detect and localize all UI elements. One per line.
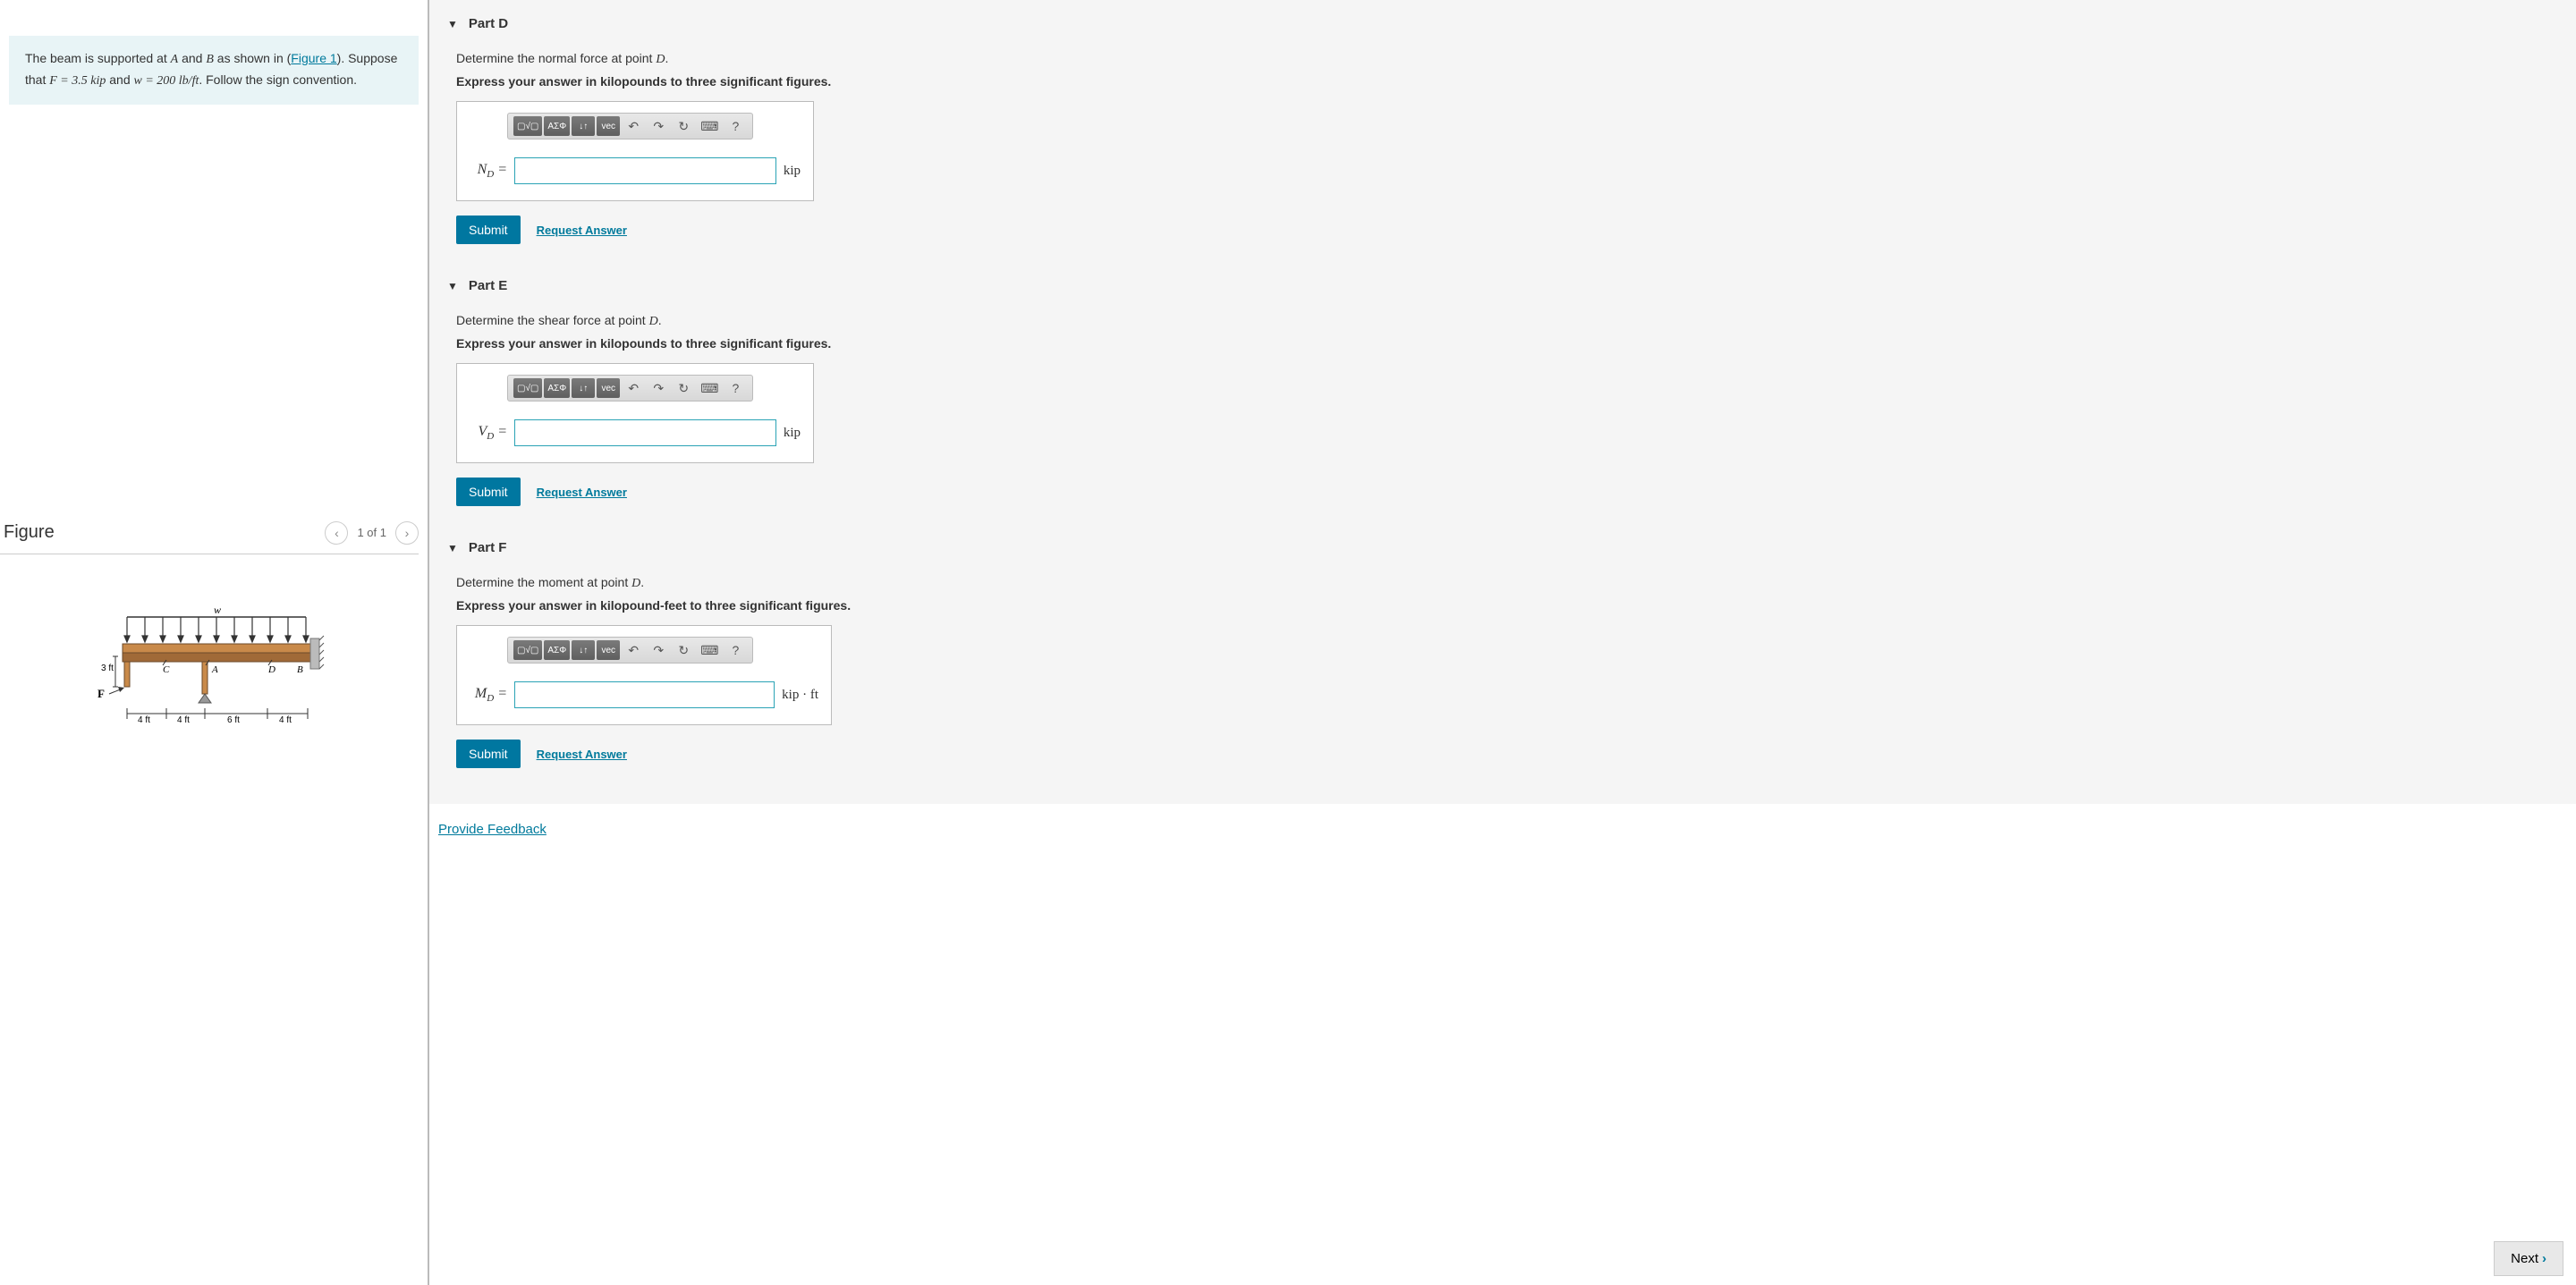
part-f-answer-box: ▢√▢ ΑΣΦ ↓↑ vec ↶ ↷ ↻ ⌨ ? MD = kip · ft (456, 625, 832, 725)
keyboard-button[interactable]: ⌨ (697, 378, 722, 398)
part-e-lhs: VD = (470, 424, 507, 442)
part-e-submit-button[interactable]: Submit (456, 478, 521, 506)
greek-button[interactable]: ΑΣΦ (544, 116, 570, 136)
svg-text:C: C (163, 664, 170, 675)
chevron-right-icon: › (2542, 1251, 2546, 1266)
part-d-request-answer-link[interactable]: Request Answer (537, 224, 627, 237)
part-d-answer-box: ▢√▢ ΑΣΦ ↓↑ vec ↶ ↷ ↻ ⌨ ? ND = kip (456, 101, 814, 201)
svg-text:4 ft: 4 ft (177, 715, 190, 725)
figure-counter: 1 of 1 (357, 526, 386, 539)
figure-next-button[interactable]: › (395, 521, 419, 545)
svg-text:w: w (214, 608, 221, 616)
vec-button[interactable]: vec (597, 640, 620, 660)
svg-text:6 ft: 6 ft (227, 715, 240, 725)
templates-button[interactable]: ▢√▢ (513, 378, 542, 398)
part-f-title: Part F (469, 540, 507, 555)
svg-text:A: A (211, 664, 218, 675)
part-d-unit: kip (784, 164, 801, 179)
greek-button[interactable]: ΑΣΦ (544, 640, 570, 660)
subscript-button[interactable]: ↓↑ (572, 116, 595, 136)
undo-button[interactable]: ↶ (622, 640, 645, 660)
templates-button[interactable]: ▢√▢ (513, 640, 542, 660)
part-f-submit-button[interactable]: Submit (456, 740, 521, 768)
math-toolbar: ▢√▢ ΑΣΦ ↓↑ vec ↶ ↷ ↻ ⌨ ? (507, 637, 753, 664)
templates-button[interactable]: ▢√▢ (513, 116, 542, 136)
redo-button[interactable]: ↷ (647, 640, 670, 660)
undo-button[interactable]: ↶ (622, 378, 645, 398)
part-e-prompt: Determine the shear force at point D. (456, 313, 2549, 329)
part-d-instruction: Express your answer in kilopounds to thr… (456, 74, 2549, 89)
collapse-icon[interactable]: ▼ (447, 18, 458, 30)
next-button[interactable]: Next› (2494, 1241, 2563, 1276)
part-d-answer-input[interactable] (514, 157, 776, 184)
vec-button[interactable]: vec (597, 378, 620, 398)
figure-diagram: w 3 ft (0, 608, 419, 742)
svg-text:4 ft: 4 ft (138, 715, 150, 725)
part-f-instruction: Express your answer in kilopound-feet to… (456, 598, 2549, 613)
redo-button[interactable]: ↷ (647, 378, 670, 398)
figure-nav: ‹ 1 of 1 › (325, 521, 419, 545)
help-button[interactable]: ? (724, 378, 747, 398)
reset-button[interactable]: ↻ (672, 640, 695, 660)
math-toolbar: ▢√▢ ΑΣΦ ↓↑ vec ↶ ↷ ↻ ⌨ ? (507, 113, 753, 139)
redo-button[interactable]: ↷ (647, 116, 670, 136)
part-e-request-answer-link[interactable]: Request Answer (537, 486, 627, 499)
collapse-icon[interactable]: ▼ (447, 542, 458, 554)
part-e-answer-box: ▢√▢ ΑΣΦ ↓↑ vec ↶ ↷ ↻ ⌨ ? VD = kip (456, 363, 814, 463)
figure-title: Figure (4, 522, 55, 543)
subscript-button[interactable]: ↓↑ (572, 640, 595, 660)
part-d-prompt: Determine the normal force at point D. (456, 51, 2549, 67)
reset-button[interactable]: ↻ (672, 116, 695, 136)
part-e-unit: kip (784, 426, 801, 441)
part-e-title: Part E (469, 278, 507, 293)
help-button[interactable]: ? (724, 640, 747, 660)
undo-button[interactable]: ↶ (622, 116, 645, 136)
svg-text:F: F (97, 687, 105, 700)
part-f-prompt: Determine the moment at point D. (456, 575, 2549, 591)
part-d-submit-button[interactable]: Submit (456, 216, 521, 244)
part-e-answer-input[interactable] (514, 419, 776, 446)
part-d-lhs: ND = (470, 162, 507, 180)
problem-statement: The beam is supported at A and B as show… (9, 36, 419, 105)
part-e-instruction: Express your answer in kilopounds to thr… (456, 336, 2549, 351)
collapse-icon[interactable]: ▼ (447, 280, 458, 292)
figure-prev-button[interactable]: ‹ (325, 521, 348, 545)
reset-button[interactable]: ↻ (672, 378, 695, 398)
help-button[interactable]: ? (724, 116, 747, 136)
svg-text:3 ft: 3 ft (101, 664, 114, 673)
math-toolbar: ▢√▢ ΑΣΦ ↓↑ vec ↶ ↷ ↻ ⌨ ? (507, 375, 753, 402)
vec-button[interactable]: vec (597, 116, 620, 136)
part-f-lhs: MD = (470, 686, 507, 704)
svg-text:D: D (267, 664, 275, 675)
provide-feedback-link[interactable]: Provide Feedback (429, 804, 555, 855)
part-f-answer-input[interactable] (514, 681, 775, 708)
keyboard-button[interactable]: ⌨ (697, 116, 722, 136)
part-d-title: Part D (469, 16, 508, 31)
figure-link[interactable]: Figure 1 (291, 51, 336, 65)
part-f-unit: kip · ft (782, 688, 818, 703)
svg-text:B: B (297, 664, 303, 675)
part-f-request-answer-link[interactable]: Request Answer (537, 748, 627, 761)
keyboard-button[interactable]: ⌨ (697, 640, 722, 660)
svg-text:4 ft: 4 ft (279, 715, 292, 725)
subscript-button[interactable]: ↓↑ (572, 378, 595, 398)
greek-button[interactable]: ΑΣΦ (544, 378, 570, 398)
